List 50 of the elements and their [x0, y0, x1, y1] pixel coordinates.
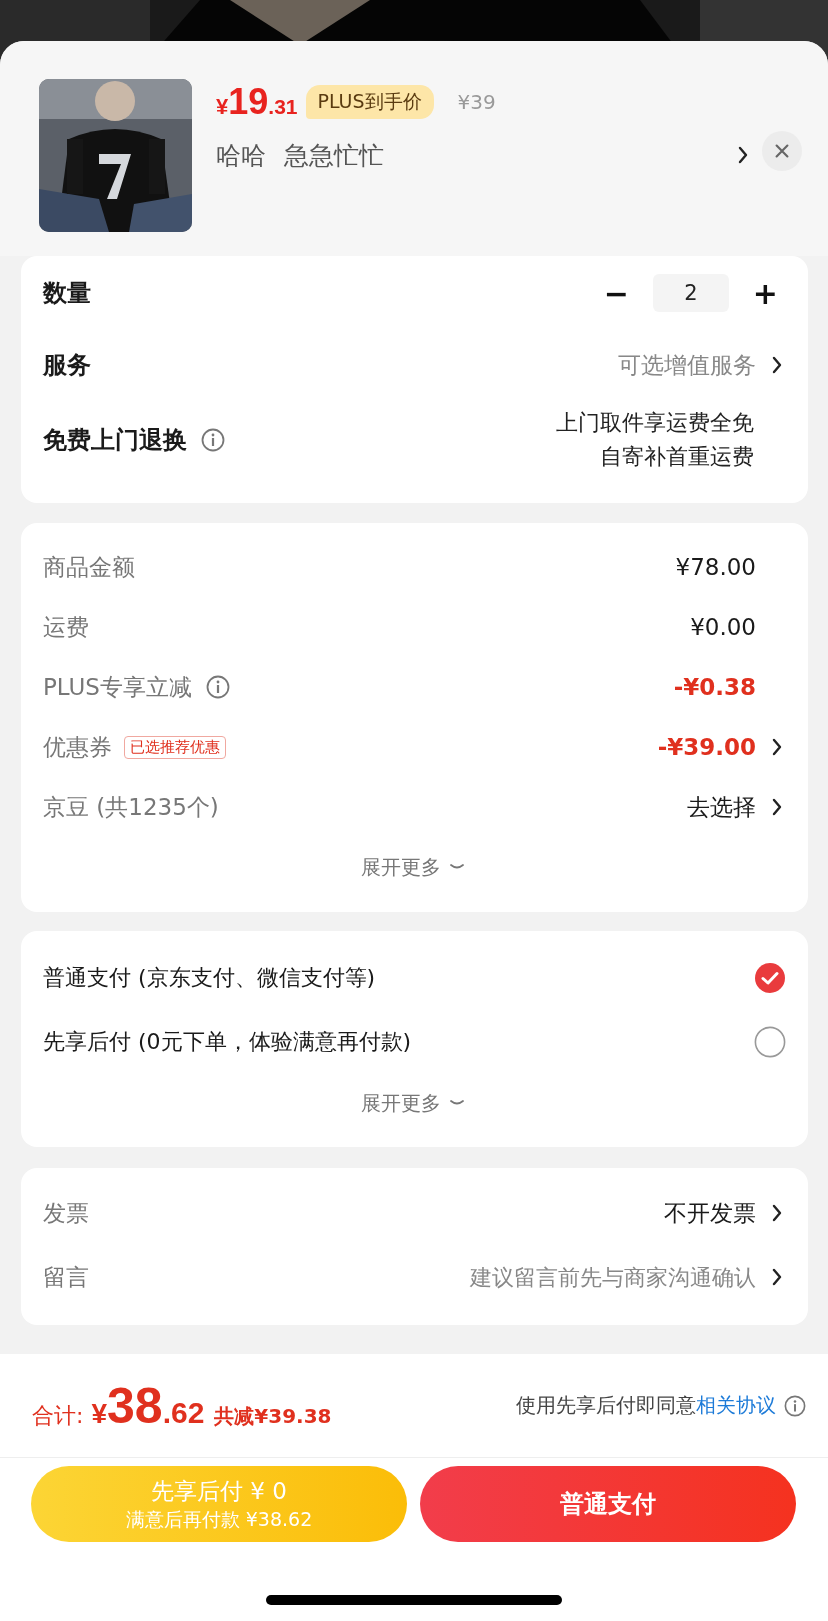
increase-button[interactable]: + — [748, 275, 782, 311]
return-note: 自寄补首重运费 — [600, 443, 754, 471]
total-price: ¥38.62 — [91, 1376, 205, 1435]
service-label: 服务 — [43, 350, 91, 381]
agreement-link[interactable]: 相关协议 — [696, 1392, 776, 1419]
pay-button[interactable]: 普通支付 — [420, 1466, 796, 1542]
close-button[interactable] — [762, 131, 802, 171]
cost-value[interactable]: 去选择 — [687, 791, 756, 823]
product-price: ¥19.31 — [216, 81, 298, 123]
spec-value: 急急忙忙 — [284, 139, 384, 172]
close-icon — [773, 142, 791, 160]
cost-value: -¥0.38 — [673, 674, 756, 700]
original-price: ¥39 — [457, 90, 496, 114]
expand-more-button[interactable]: 展开更多 — [360, 853, 465, 881]
invoice-value[interactable]: 不开发票 — [664, 1197, 756, 1229]
payment-option[interactable]: 普通支付 (京东支付、微信支付等) — [43, 963, 376, 993]
cost-value: ¥0.00 — [690, 614, 756, 640]
spec-value: 哈哈 — [216, 139, 266, 172]
payment-option[interactable]: 先享后付 (0元下单，体验满意再付款) — [43, 1027, 412, 1057]
cost-label: 商品金额 — [43, 552, 135, 582]
chevron-right-icon — [772, 1268, 782, 1286]
cost-label: 运费 — [43, 612, 89, 642]
plus-price-badge: PLUS到手价 — [305, 85, 434, 119]
return-service-label: 免费上门退换 — [43, 425, 187, 456]
cost-value[interactable]: -¥39.00 — [657, 734, 756, 760]
radio-checked[interactable] — [754, 962, 786, 994]
quantity-label: 数量 — [43, 278, 91, 309]
cost-value: ¥78.00 — [675, 554, 756, 580]
service-link[interactable]: 可选增值服务 — [618, 349, 756, 381]
chevron-right-icon — [772, 1204, 782, 1222]
expand-more-button[interactable]: 展开更多 — [360, 1089, 465, 1117]
spec-selector[interactable]: 哈哈 急急忙忙 — [216, 127, 762, 183]
info-icon — [201, 428, 225, 452]
coupon-tag: 已选推荐优惠 — [124, 735, 226, 759]
message-field[interactable]: 建议留言前先与商家沟通确认 — [366, 1264, 756, 1290]
agreement-text: 使用先享后付即同意 — [516, 1392, 696, 1419]
total-discount: 共减¥39.38 — [214, 1402, 332, 1430]
radio-unchecked[interactable] — [754, 1026, 786, 1058]
message-label: 留言 — [43, 1262, 89, 1292]
cost-label: PLUS专享立减 — [43, 672, 192, 702]
decrease-button[interactable]: − — [599, 275, 633, 311]
chevron-right-icon — [772, 356, 782, 374]
cost-label: 优惠券 — [43, 732, 112, 762]
return-note: 上门取件享运费全免 — [556, 409, 754, 437]
quantity-field[interactable]: 2 — [652, 274, 729, 312]
cost-label: 京豆 (共1235个) — [43, 792, 219, 822]
info-icon — [784, 1394, 806, 1417]
invoice-label: 发票 — [43, 1198, 89, 1228]
total-label: 合计: — [32, 1401, 84, 1430]
chevron-right-icon — [738, 146, 748, 164]
